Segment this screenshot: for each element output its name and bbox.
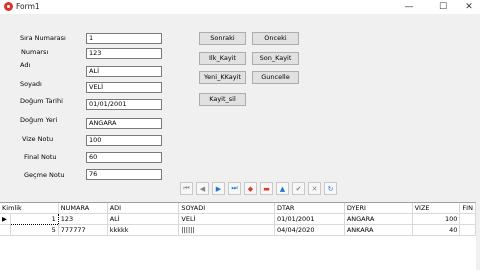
label-soyadi: Soyadı bbox=[20, 80, 42, 88]
column-header[interactable]: DYERI bbox=[344, 203, 413, 214]
vertical-scrollbar[interactable] bbox=[476, 202, 480, 270]
nav-delete-icon[interactable]: ▬ bbox=[260, 182, 273, 195]
close-button[interactable]: ✕ bbox=[456, 0, 480, 14]
nav-last-icon[interactable]: ⏭ bbox=[228, 182, 241, 195]
data-grid[interactable]: Kimlik NUMARA ADI SOYADI DTAR DYERI VIZE FIN ▶ 1… bbox=[0, 202, 476, 271]
table-cell[interactable]: 123 bbox=[58, 213, 108, 225]
app-icon bbox=[4, 2, 13, 11]
sira-numarasi-field[interactable]: 1 bbox=[86, 33, 162, 44]
nav-edit-icon[interactable]: ▲ bbox=[276, 182, 289, 195]
maximize-button[interactable]: ☐ bbox=[430, 0, 456, 14]
table-cell[interactable]: 1 bbox=[9, 213, 59, 225]
table-cell[interactable] bbox=[459, 224, 476, 236]
column-header[interactable]: VIZE bbox=[412, 203, 461, 214]
sonraki-button[interactable]: Sonraki bbox=[199, 32, 246, 45]
nav-cancel-icon[interactable]: ✕ bbox=[308, 182, 321, 195]
column-header[interactable]: FIN bbox=[459, 203, 476, 214]
numarasi-field[interactable]: 123 bbox=[86, 48, 162, 59]
guncelle-button[interactable]: Guncelle bbox=[252, 71, 299, 84]
dogum-tarihi-field[interactable]: 01/01/2001 bbox=[86, 99, 162, 110]
label-final-notu: Final Notu bbox=[24, 153, 57, 161]
grid-table: Kimlik NUMARA ADI SOYADI DTAR DYERI VIZE FIN ▶ 1… bbox=[0, 203, 476, 236]
dogum-yeri-field[interactable]: ANGARA bbox=[86, 118, 162, 129]
son-kayit-button[interactable]: Son_Kayit bbox=[252, 52, 299, 65]
nav-next-icon[interactable]: ▶ bbox=[212, 182, 225, 195]
label-numarasi: Numarsı bbox=[21, 48, 49, 56]
minimize-button[interactable]: — bbox=[396, 0, 422, 14]
gecme-notu-field[interactable]: 76 bbox=[86, 169, 162, 180]
nav-insert-icon[interactable]: ◆ bbox=[244, 182, 257, 195]
column-header[interactable]: DTAR bbox=[274, 203, 345, 214]
table-cell[interactable]: ALİ bbox=[107, 213, 180, 225]
table-cell[interactable]: 100 bbox=[412, 213, 461, 225]
row-indicator: ▶ bbox=[0, 213, 12, 225]
label-sira-numarasi: Sıra Numarası bbox=[20, 34, 66, 42]
label-vize-notu: Vize Notu bbox=[22, 135, 54, 143]
label-dogum-tarihi: Doğum Tarihi bbox=[20, 97, 63, 105]
db-navigator: ⏮ ◀ ▶ ⏭ ◆ ▬ ▲ ✔ ✕ ↻ bbox=[180, 182, 340, 195]
column-header[interactable]: NUMARA bbox=[58, 203, 108, 214]
table-cell[interactable]: |||||| bbox=[178, 224, 275, 236]
nav-prior-icon[interactable]: ◀ bbox=[196, 182, 209, 195]
table-cell[interactable]: VELİ bbox=[178, 213, 275, 225]
column-header[interactable]: ADI bbox=[107, 203, 180, 214]
column-header[interactable]: Kimlik bbox=[0, 203, 59, 214]
row-indicator bbox=[0, 224, 12, 236]
label-adi: Adı bbox=[20, 61, 31, 69]
kayit-sil-button[interactable]: Kayit_sil bbox=[199, 93, 246, 106]
table-cell[interactable] bbox=[459, 213, 476, 225]
nav-post-icon[interactable]: ✔ bbox=[292, 182, 305, 195]
column-header[interactable]: SOYADI bbox=[178, 203, 275, 214]
onceki-button[interactable]: Onceki bbox=[252, 32, 299, 45]
ilk-kayit-button[interactable]: Ilk_Kayit bbox=[199, 52, 246, 65]
table-cell[interactable]: 04/04/2020 bbox=[274, 224, 345, 236]
table-cell[interactable]: 777777 bbox=[58, 224, 108, 236]
table-cell[interactable]: ANGARA bbox=[344, 213, 413, 225]
table-cell[interactable]: 01/01/2001 bbox=[274, 213, 345, 225]
soyadi-field[interactable]: VELİ bbox=[86, 82, 162, 93]
label-gecme-notu: Geçme Notu bbox=[24, 171, 65, 179]
nav-first-icon[interactable]: ⏮ bbox=[180, 182, 193, 195]
window-title: Form1 bbox=[16, 2, 40, 11]
table-row[interactable]: ▶ 1 123 ALİ VELİ 01/01/2001 ANGARA 100 bbox=[0, 213, 476, 225]
final-notu-field[interactable]: 60 bbox=[86, 152, 162, 163]
table-row[interactable]: 5 777777 kkkkk |||||| 04/04/2020 ANKARA 40 bbox=[0, 224, 476, 236]
table-cell[interactable]: 5 bbox=[10, 224, 59, 236]
title-bar: Form1 — ☐ ✕ bbox=[0, 0, 480, 14]
nav-refresh-icon[interactable]: ↻ bbox=[324, 182, 337, 195]
adi-field[interactable]: ALİ bbox=[86, 66, 162, 77]
vize-notu-field[interactable]: 100 bbox=[86, 135, 162, 146]
table-cell[interactable]: ANKARA bbox=[344, 224, 413, 236]
yeni-kayit-button[interactable]: Yeni_KKayit bbox=[199, 71, 246, 84]
table-cell[interactable]: kkkkk bbox=[107, 224, 180, 236]
table-cell[interactable]: 40 bbox=[412, 224, 461, 236]
label-dogum-yeri: Doğum Yeri bbox=[20, 116, 58, 124]
